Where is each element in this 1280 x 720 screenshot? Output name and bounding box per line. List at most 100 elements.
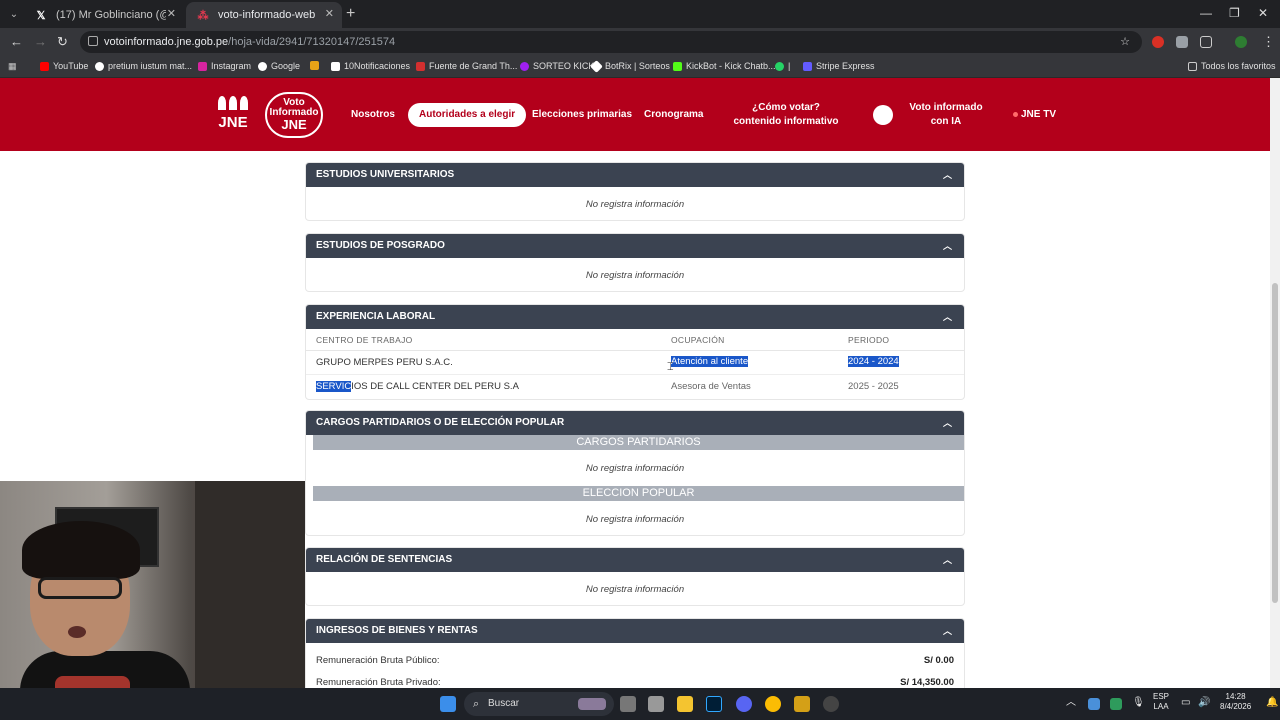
nav-como-votar[interactable]: ¿Cómo votar? contenido informativo <box>733 78 839 151</box>
divider <box>306 374 964 375</box>
section-header[interactable]: ESTUDIOS UNIVERSITARIOS ︿ <box>306 163 964 187</box>
file-explorer-icon[interactable] <box>677 696 693 712</box>
task-view-icon[interactable] <box>620 696 636 712</box>
section-estudios-universitarios: ESTUDIOS UNIVERSITARIOS ︿ No registra inf… <box>305 162 965 221</box>
chevron-up-icon[interactable]: ︿ <box>943 163 952 187</box>
windows-start-icon[interactable] <box>440 696 456 712</box>
subheader-eleccion-popular: ELECCION POPULAR <box>313 486 964 501</box>
bookmark-google[interactable]: Google <box>258 61 300 71</box>
bookmark-10notificaciones[interactable]: 10Notificaciones <box>331 61 410 71</box>
bookmark-unnamed[interactable] <box>310 61 323 70</box>
tab-twitter[interactable]: 𝕏 (17) Mr Goblinciano (@MGoblin ✕ <box>24 2 184 28</box>
bookmark-kickbot[interactable]: KickBot - Kick Chatb... <box>673 61 776 71</box>
url-host: votoinformado.jne.gob.pe <box>104 36 229 48</box>
windows-taskbar: ⌕ Buscar ︿ 🎙 ESP LAA ▭ 🔊 14:28 8/4/2026 🔔 <box>0 688 1280 720</box>
notifications-icon[interactable]: 🔔 <box>1266 698 1278 708</box>
app-icon[interactable] <box>648 696 664 712</box>
empty-message: No registra información <box>585 584 685 595</box>
site-header: JNE Voto Informado JNE Nosotros Autorida… <box>0 78 1270 151</box>
section-header[interactable]: CARGOS PARTIDARIOS O DE ELECCIÓN POPULAR… <box>306 411 964 435</box>
section-header[interactable]: ESTUDIOS DE POSGRADO ︿ <box>306 234 964 258</box>
chrome-icon[interactable] <box>765 696 781 712</box>
bookmark-star-icon[interactable]: ☆ <box>1120 31 1130 53</box>
tray-app-icon[interactable] <box>1088 698 1100 710</box>
bookmark-pretium[interactable]: pretium iustum mat... <box>95 61 192 71</box>
bookmark-sorteo-kick[interactable]: SORTEO KICK <box>520 61 594 71</box>
page-scrollbar[interactable] <box>1270 78 1280 688</box>
bookmark-stripe[interactable]: Stripe Express <box>803 61 875 71</box>
nav-voto-informado-ia[interactable]: Voto informado con IA <box>873 78 991 151</box>
tab-title: (17) Mr Goblinciano (@MGoblin <box>56 9 166 21</box>
section-header[interactable]: INGRESOS DE BIENES Y RENTAS ︿ <box>306 619 964 643</box>
chevron-up-icon[interactable]: ︿ <box>943 619 952 643</box>
tray-chevron-icon[interactable]: ︿ <box>1066 698 1076 708</box>
apps-grid-icon[interactable]: ▦ <box>8 61 17 72</box>
site-info-icon[interactable] <box>88 36 98 46</box>
chevron-up-icon[interactable]: ︿ <box>943 548 952 572</box>
discord-icon[interactable] <box>736 696 752 712</box>
jne-logo[interactable]: JNE <box>210 92 256 138</box>
instagram-icon <box>198 61 207 71</box>
nav-elecciones-primarias[interactable]: Elecciones primarias <box>532 78 632 151</box>
kickbot-icon <box>673 61 682 71</box>
display-icon[interactable]: ▭ <box>1181 698 1190 708</box>
scrollbar-thumb[interactable] <box>1272 283 1278 603</box>
bookmark-youtube[interactable]: YouTube <box>40 61 88 71</box>
section-header[interactable]: EXPERIENCIA LABORAL ︿ <box>306 305 964 329</box>
x-logo-icon <box>331 61 340 71</box>
bookmarks-folder-all[interactable]: Todos los favoritos <box>1188 61 1276 71</box>
income-value: S/ 0.00 <box>923 655 954 666</box>
person-glasses <box>38 577 122 599</box>
nav-autoridades-a-elegir[interactable]: Autoridades a elegir <box>408 103 527 127</box>
nav-cronograma[interactable]: Cronograma <box>644 78 703 151</box>
forward-button[interactable]: → <box>34 34 47 49</box>
bookmark-fuente-gta[interactable]: Fuente de Grand Th... <box>416 61 517 71</box>
close-tab-icon[interactable]: ✕ <box>167 7 176 20</box>
voto-informado-logo[interactable]: Voto Informado JNE <box>265 92 323 138</box>
cell-centro: SERVICIOS DE CALL CENTER DEL PERU S.A <box>316 381 519 392</box>
minimize-button[interactable]: — <box>1200 6 1212 20</box>
close-window-button[interactable]: ✕ <box>1258 6 1268 20</box>
profile-avatar[interactable] <box>1235 36 1247 48</box>
reload-button[interactable]: ↻ <box>57 34 68 50</box>
extension-red-icon[interactable] <box>1152 36 1164 48</box>
chevron-up-icon[interactable]: ︿ <box>943 305 952 329</box>
app-icon[interactable] <box>794 696 810 712</box>
photoshop-icon[interactable] <box>706 696 722 712</box>
empty-message: No registra información <box>585 270 685 281</box>
nav-nosotros[interactable]: Nosotros <box>351 78 395 151</box>
url-bar[interactable]: votoinformado.jne.gob.pe/hoja-vida/2941/… <box>80 31 1142 53</box>
new-tab-button[interactable]: + <box>346 5 355 23</box>
nav-jne-tv[interactable]: JNE TV <box>1013 78 1056 151</box>
section-experiencia-laboral: EXPERIENCIA LABORAL ︿ CENTRO DE TRABAJO O… <box>305 304 965 400</box>
close-tab-icon[interactable]: ✕ <box>325 7 334 20</box>
microphone-icon[interactable]: 🎙 <box>1132 698 1145 708</box>
restore-button[interactable]: ❐ <box>1229 6 1240 20</box>
extensions-puzzle-icon[interactable] <box>1200 36 1212 48</box>
tab-voto-informado[interactable]: ⁂ voto-informado-web ✕ <box>186 2 342 28</box>
tray-app-icon[interactable] <box>1110 698 1122 710</box>
extension-gray-icon[interactable] <box>1176 36 1188 48</box>
address-toolbar: ← → ↻ votoinformado.jne.gob.pe/hoja-vida… <box>0 28 1280 56</box>
bookmark-botrix[interactable]: BotRix | Sorteos <box>590 59 670 73</box>
bookmark-whatsapp[interactable]: | <box>775 61 790 71</box>
column-header-centro: CENTRO DE TRABAJO <box>316 335 413 345</box>
colorful-favicon-icon <box>310 61 319 70</box>
taskbar-search[interactable]: ⌕ Buscar <box>464 692 614 716</box>
cell-periodo: 2024 - 2024 <box>848 356 899 367</box>
url-path: /hoja-vida/2941/71320147/251574 <box>228 36 396 48</box>
subheader-cargos-partidarios: CARGOS PARTIDARIOS <box>313 435 964 450</box>
tab-search-chevron-icon[interactable]: ⌄ <box>4 4 24 24</box>
language-indicator[interactable]: ESP LAA <box>1153 692 1169 712</box>
section-header[interactable]: RELACIÓN DE SENTENCIAS ︿ <box>306 548 964 572</box>
chevron-up-icon[interactable]: ︿ <box>943 411 952 435</box>
volume-icon[interactable]: 🔊 <box>1198 698 1210 708</box>
back-button[interactable]: ← <box>10 34 23 49</box>
background-door <box>195 481 305 688</box>
browser-menu-icon[interactable]: ⋮ <box>1262 34 1275 50</box>
bookmark-instagram[interactable]: Instagram <box>198 61 251 71</box>
clock[interactable]: 14:28 8/4/2026 <box>1220 692 1251 712</box>
app-icon[interactable] <box>823 696 839 712</box>
chevron-up-icon[interactable]: ︿ <box>943 234 952 258</box>
empty-message: No registra información <box>585 514 685 525</box>
